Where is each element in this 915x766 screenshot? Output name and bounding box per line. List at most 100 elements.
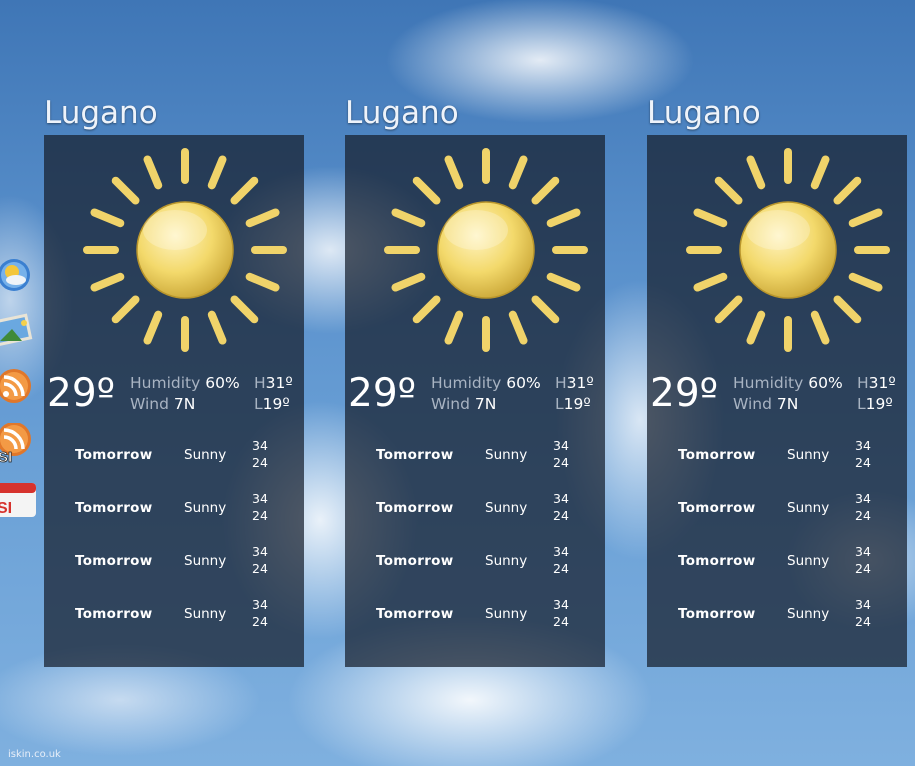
forecast-day: Tomorrow bbox=[75, 447, 153, 463]
forecast-list: Tomorrow Sunny 34 24 Tomorrow Sunny 34 2… bbox=[647, 437, 907, 649]
high-prefix: H bbox=[857, 374, 869, 392]
current-temperature: 29º bbox=[650, 371, 719, 416]
current-temperature: 29º bbox=[47, 371, 116, 416]
sun-ray bbox=[207, 310, 227, 345]
sun-icon bbox=[80, 145, 290, 355]
sun-ray bbox=[245, 208, 280, 228]
sun-ray bbox=[693, 272, 728, 292]
high-prefix: H bbox=[254, 374, 266, 392]
weather-app-icon[interactable] bbox=[0, 255, 36, 291]
low-prefix: L bbox=[555, 395, 564, 413]
city-name: Lugano bbox=[44, 95, 158, 131]
sun-ray bbox=[245, 272, 280, 292]
sun-ray bbox=[111, 295, 140, 324]
high-value: 31º bbox=[566, 374, 594, 392]
forecast-row: Tomorrow Sunny 34 24 bbox=[345, 437, 605, 490]
weather-widget[interactable]: Lugano 29º Humidity 60% Wind 7N H31º L19… bbox=[44, 95, 304, 667]
sun-ray bbox=[531, 295, 560, 324]
sun-ray bbox=[90, 272, 125, 292]
high-prefix: H bbox=[555, 374, 567, 392]
forecast-condition: Sunny bbox=[787, 606, 830, 622]
forecast-day: Tomorrow bbox=[678, 447, 756, 463]
calendar-si-label: SI bbox=[0, 500, 12, 517]
forecast-day: Tomorrow bbox=[678, 500, 756, 516]
conditions-info: Humidity 60% Wind 7N bbox=[130, 373, 240, 415]
forecast-high: 34 bbox=[553, 438, 569, 453]
forecast-high: 34 bbox=[252, 438, 268, 453]
sun-ray bbox=[391, 208, 426, 228]
forecast-list: Tomorrow Sunny 34 24 Tomorrow Sunny 34 2… bbox=[345, 437, 605, 649]
forecast-low: 24 bbox=[252, 455, 268, 470]
humidity-label: Humidity bbox=[431, 374, 502, 392]
forecast-condition: Sunny bbox=[184, 553, 227, 569]
low-value: 19º bbox=[262, 395, 290, 413]
sun-ray bbox=[833, 176, 862, 205]
weather-panel: 29º Humidity 60% Wind 7N H31º L19º Tomor… bbox=[345, 135, 605, 667]
sun-ray bbox=[746, 155, 766, 190]
humidity-value: 60% bbox=[808, 374, 843, 392]
forecast-row: Tomorrow Sunny 34 24 bbox=[44, 543, 304, 596]
conditions-info: Humidity 60% Wind 7N bbox=[431, 373, 541, 415]
forecast-condition: Sunny bbox=[787, 553, 830, 569]
weather-panel: 29º Humidity 60% Wind 7N H31º L19º Tomor… bbox=[647, 135, 907, 667]
wind-value: 7N bbox=[173, 395, 196, 413]
sun-ray bbox=[111, 176, 140, 205]
forecast-row: Tomorrow Sunny 34 24 bbox=[647, 596, 907, 649]
wind-label: Wind bbox=[431, 395, 470, 413]
sun-ray bbox=[444, 155, 464, 190]
sun-ray bbox=[848, 272, 883, 292]
weather-widget[interactable]: Lugano 29º Humidity 60% Wind 7N H31º L19… bbox=[345, 95, 605, 667]
forecast-row: Tomorrow Sunny 34 24 bbox=[647, 490, 907, 543]
forecast-row: Tomorrow Sunny 34 24 bbox=[345, 543, 605, 596]
low-prefix: L bbox=[254, 395, 263, 413]
photos-app-icon[interactable] bbox=[0, 311, 36, 347]
rss-feed-icon[interactable] bbox=[0, 367, 36, 403]
forecast-low: 24 bbox=[553, 455, 569, 470]
sun-ray bbox=[412, 176, 441, 205]
wind-value: 7N bbox=[474, 395, 497, 413]
forecast-high: 34 bbox=[252, 597, 268, 612]
forecast-high: 34 bbox=[553, 597, 569, 612]
weather-widget[interactable]: Lugano 29º Humidity 60% Wind 7N H31º L19… bbox=[647, 95, 907, 667]
forecast-row: Tomorrow Sunny 34 24 bbox=[345, 596, 605, 649]
sun-ray bbox=[810, 310, 830, 345]
forecast-day: Tomorrow bbox=[75, 500, 153, 516]
forecast-low: 24 bbox=[252, 614, 268, 629]
low-value: 19º bbox=[563, 395, 591, 413]
sun-ray bbox=[444, 310, 464, 345]
sun-highlight bbox=[143, 210, 207, 250]
forecast-high: 34 bbox=[553, 544, 569, 559]
forecast-condition: Sunny bbox=[485, 553, 528, 569]
forecast-high: 34 bbox=[252, 544, 268, 559]
high-value: 31º bbox=[265, 374, 293, 392]
rss-si-label: SI bbox=[0, 449, 12, 463]
forecast-high: 34 bbox=[553, 491, 569, 506]
city-name: Lugano bbox=[647, 95, 761, 131]
high-value: 31º bbox=[868, 374, 896, 392]
rss-si-feed-icon[interactable]: SI bbox=[0, 422, 36, 466]
sun-ray bbox=[531, 176, 560, 205]
forecast-high: 34 bbox=[252, 491, 268, 506]
forecast-high: 34 bbox=[855, 544, 871, 559]
forecast-condition: Sunny bbox=[184, 500, 227, 516]
sun-ray bbox=[693, 208, 728, 228]
forecast-low: 24 bbox=[252, 508, 268, 523]
sun-ray bbox=[230, 295, 259, 324]
sun-ray bbox=[714, 176, 743, 205]
credit-text: iskin.co.uk bbox=[8, 749, 61, 760]
sun-icon bbox=[381, 145, 591, 355]
high-low: H31º L19º bbox=[857, 373, 896, 415]
sun-ray bbox=[90, 208, 125, 228]
forecast-row: Tomorrow Sunny 34 24 bbox=[345, 490, 605, 543]
forecast-low: 24 bbox=[855, 561, 871, 576]
forecast-row: Tomorrow Sunny 34 24 bbox=[44, 437, 304, 490]
si-calendar-icon[interactable]: SI bbox=[0, 479, 36, 517]
forecast-high: 34 bbox=[855, 491, 871, 506]
forecast-day: Tomorrow bbox=[376, 500, 454, 516]
forecast-condition: Sunny bbox=[787, 500, 830, 516]
forecast-condition: Sunny bbox=[184, 606, 227, 622]
sun-ray bbox=[833, 295, 862, 324]
humidity-label: Humidity bbox=[733, 374, 804, 392]
wind-value: 7N bbox=[776, 395, 799, 413]
low-value: 19º bbox=[865, 395, 893, 413]
